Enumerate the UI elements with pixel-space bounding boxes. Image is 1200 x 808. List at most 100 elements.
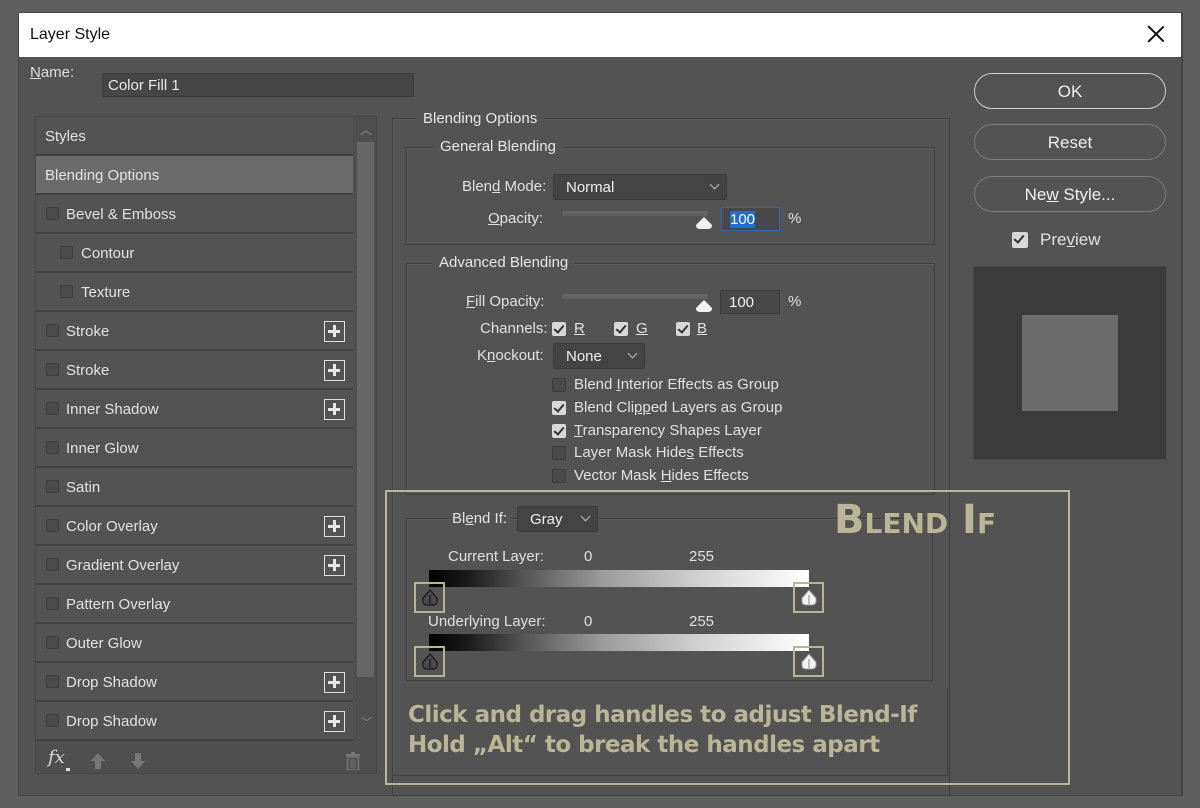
style-checkbox[interactable] <box>46 402 59 415</box>
option-label-part: Vector Mask <box>574 467 661 484</box>
blend-mode-select[interactable]: Normal <box>553 174 727 200</box>
style-checkbox[interactable] <box>46 207 59 220</box>
fill-opacity-slider[interactable] <box>562 294 708 299</box>
option-label-part: T <box>574 422 583 439</box>
current-layer-white-handle[interactable] <box>800 589 818 607</box>
add-effect-icon[interactable] <box>324 516 345 537</box>
opacity-unit: % <box>788 210 802 227</box>
channel-b-checkbox[interactable] <box>676 322 690 336</box>
blend-if-select[interactable]: Gray <box>517 506 598 532</box>
blend-if-value: Gray <box>530 511 563 528</box>
opacity-input[interactable]: 100 <box>721 207 780 231</box>
add-effect-icon[interactable] <box>324 555 345 576</box>
preview-b: iew <box>1074 230 1101 249</box>
option-checkbox[interactable] <box>552 378 566 392</box>
new-style-button[interactable]: New Style... <box>974 176 1166 212</box>
scroll-down-icon[interactable]: ﹀ <box>361 714 372 730</box>
add-effect-icon[interactable] <box>324 711 345 732</box>
add-effect-icon[interactable] <box>324 321 345 342</box>
fill-opacity-slider-thumb[interactable] <box>696 300 712 312</box>
style-item-texture[interactable]: Texture <box>36 273 353 312</box>
option-checkbox[interactable] <box>552 446 566 460</box>
channel-r-checkbox[interactable] <box>552 322 566 336</box>
preview-label[interactable]: Preview <box>1040 230 1100 250</box>
style-item-pattern-overlay[interactable]: Pattern Overlay <box>36 585 353 624</box>
underlying-layer-label: Underlying Layer: <box>428 613 546 630</box>
channel-g-checkbox[interactable] <box>614 322 628 336</box>
styles-scrollbar[interactable]: ︿ ﹀ <box>356 117 376 737</box>
opacity-label: Opacity: <box>488 210 543 227</box>
option-label[interactable]: Blend Clipped Layers as Group <box>574 399 782 416</box>
add-effect-icon[interactable] <box>324 399 345 420</box>
close-icon[interactable] <box>1145 23 1167 45</box>
option-checkbox[interactable] <box>552 424 566 438</box>
style-item-gradient-overlay[interactable]: Gradient Overlay <box>36 546 353 585</box>
trash-icon[interactable] <box>346 752 360 770</box>
fill-opacity-label: Fill Opacity: <box>466 293 544 310</box>
style-checkbox[interactable] <box>60 246 73 259</box>
option-label[interactable]: Transparency Shapes Layer <box>574 422 762 439</box>
fill-opacity-label-u: F <box>466 293 476 310</box>
current-layer-max: 255 <box>689 548 715 565</box>
style-item-color-overlay[interactable]: Color Overlay <box>36 507 353 546</box>
underlying-layer-white-handle[interactable] <box>800 653 818 671</box>
ok-button[interactable]: OK <box>974 73 1166 109</box>
knockout-label: Knockout: <box>477 347 544 364</box>
style-checkbox[interactable] <box>46 636 59 649</box>
move-down-icon[interactable] <box>130 752 146 770</box>
style-item-outer-glow[interactable]: Outer Glow <box>36 624 353 663</box>
style-item-stroke[interactable]: Stroke <box>36 351 353 390</box>
style-item-satin[interactable]: Satin <box>36 468 353 507</box>
scrollbar-thumb[interactable] <box>357 142 374 677</box>
style-checkbox[interactable] <box>46 363 59 376</box>
blend-if-label-u: e <box>465 510 474 527</box>
add-effect-icon[interactable] <box>324 672 345 693</box>
style-checkbox[interactable] <box>46 519 59 532</box>
channel-g-label[interactable]: G <box>636 320 648 337</box>
opacity-slider[interactable] <box>562 211 708 216</box>
underlying-layer-black-handle[interactable] <box>421 653 439 671</box>
style-item-drop-shadow[interactable]: Drop Shadow <box>36 663 353 702</box>
window-edge <box>1182 12 1183 796</box>
new-style-u: w <box>1046 185 1059 204</box>
option-label[interactable]: Layer Mask Hides Effects <box>574 444 744 461</box>
opacity-label-rest: pacity: <box>499 210 544 227</box>
style-checkbox[interactable] <box>46 558 59 571</box>
add-effect-icon[interactable] <box>324 360 345 381</box>
name-input[interactable]: Color Fill 1 <box>102 73 414 97</box>
opacity-slider-thumb[interactable] <box>696 217 712 229</box>
option-checkbox[interactable] <box>552 401 566 415</box>
fx-icon[interactable]: fx <box>48 747 65 768</box>
style-item-bevel-emboss[interactable]: Bevel & Emboss <box>36 195 353 234</box>
fill-opacity-input[interactable]: 100 <box>720 290 780 314</box>
style-checkbox[interactable] <box>46 480 59 493</box>
style-checkbox[interactable] <box>46 441 59 454</box>
opacity-label-u: O <box>488 210 500 227</box>
style-checkbox[interactable] <box>46 675 59 688</box>
option-label[interactable]: Blend Interior Effects as Group <box>574 376 779 393</box>
style-checkbox[interactable] <box>60 285 73 298</box>
knockout-select[interactable]: None <box>553 343 645 369</box>
preview-a: Pre <box>1040 230 1067 249</box>
option-label-part: Blend Cli <box>574 399 635 416</box>
style-checkbox[interactable] <box>46 324 59 337</box>
option-checkbox[interactable] <box>552 469 566 483</box>
style-item-drop-shadow[interactable]: Drop Shadow <box>36 702 353 741</box>
channel-r-label[interactable]: R <box>574 320 585 337</box>
style-checkbox[interactable] <box>46 597 59 610</box>
option-label[interactable]: Vector Mask Hides Effects <box>574 467 749 484</box>
style-item-stroke[interactable]: Stroke <box>36 312 353 351</box>
blend-if-label-b: nd If: <box>473 510 508 527</box>
style-item-inner-glow[interactable]: Inner Glow <box>36 429 353 468</box>
style-checkbox[interactable] <box>46 714 59 727</box>
style-item-inner-shadow[interactable]: Inner Shadow <box>36 390 353 429</box>
channel-b-label[interactable]: B <box>697 320 707 337</box>
scroll-up-icon[interactable]: ︿ <box>360 121 372 138</box>
sidebar-item-blending-options[interactable]: Blending Options <box>36 156 353 195</box>
move-up-icon[interactable] <box>90 752 106 770</box>
current-layer-black-handle[interactable] <box>421 589 439 607</box>
reset-button[interactable]: Reset <box>974 124 1166 160</box>
style-item-contour[interactable]: Contour <box>36 234 353 273</box>
preview-checkbox[interactable] <box>1012 232 1028 248</box>
styles-header[interactable]: Styles <box>36 117 353 156</box>
